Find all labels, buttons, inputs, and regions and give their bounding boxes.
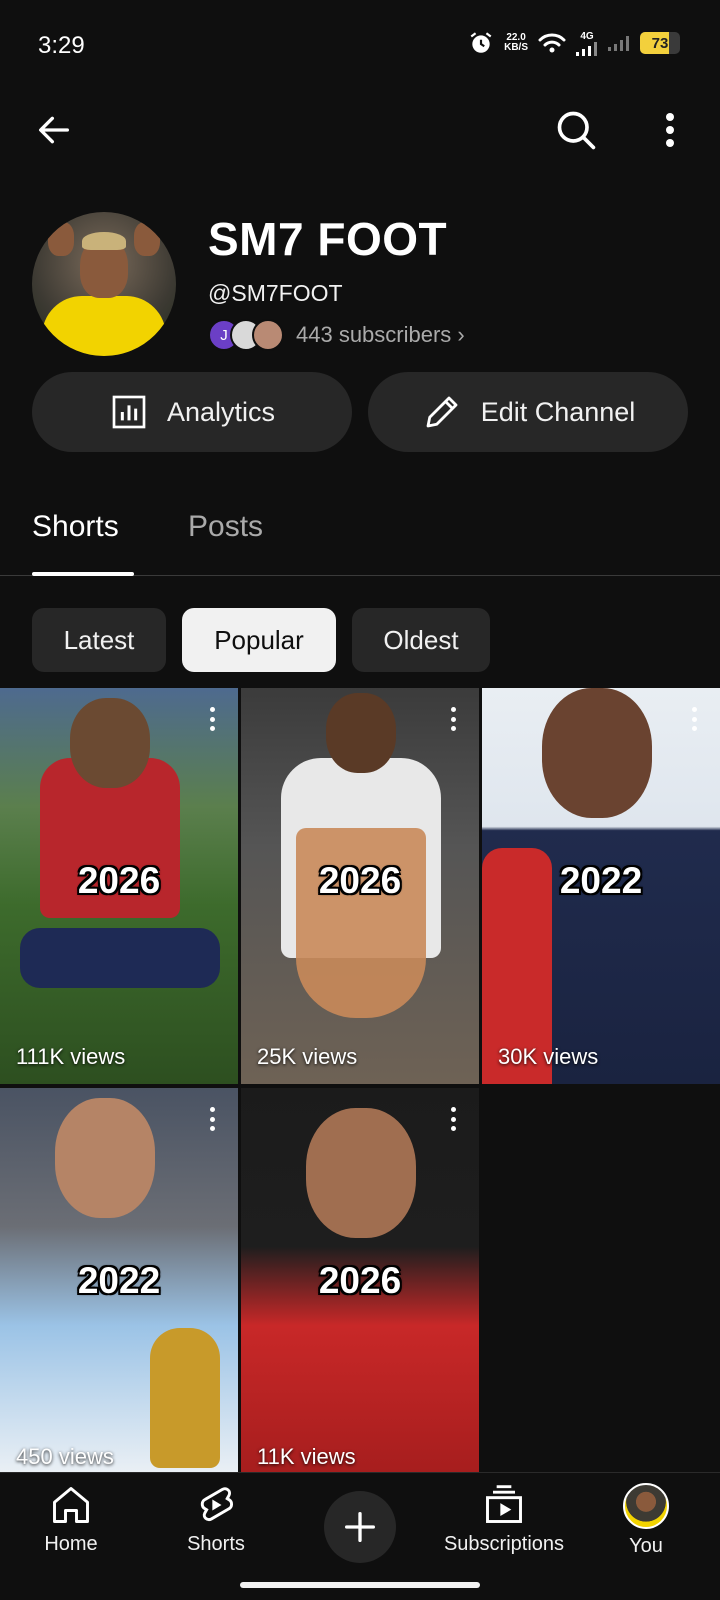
analytics-button[interactable]: Analytics [32,372,352,452]
status-bar: 3:29 22.0 KB/S 4G 73 [0,0,720,92]
analytics-label: Analytics [166,396,276,427]
top-bar [0,98,720,158]
short-thumbnail[interactable]: 2026 25K views [241,688,479,1084]
wifi-icon [538,33,566,53]
edit-channel-label: Edit Channel [480,396,636,427]
channel-handle: @SM7FOOT [208,280,343,306]
tab-shorts[interactable]: Shorts [32,510,119,544]
more-options-button[interactable] [650,104,690,156]
more-vertical-icon[interactable] [443,1104,463,1134]
channel-avatar[interactable] [32,212,176,356]
search-button[interactable] [550,104,602,156]
analytics-icon [112,395,146,429]
short-thumbnail[interactable]: 2022 450 views [0,1088,238,1484]
short-year-overlay: 2026 [77,860,161,901]
plus-icon [345,1512,375,1542]
nav-home-label: Home [44,1533,98,1555]
short-thumbnail[interactable]: 2026 111K views [0,688,238,1084]
pencil-icon [426,396,458,428]
avatar [623,1483,669,1529]
short-year-overlay: 2026 [318,860,402,901]
short-views: 450 views [16,1444,114,1469]
short-views: 25K views [257,1044,358,1069]
status-icons: 22.0 KB/S 4G 73 [468,30,680,56]
short-views: 30K views [498,1044,599,1069]
battery-icon: 73 [640,32,680,54]
short-views: 111K views [16,1044,126,1069]
tab-active-indicator [32,572,134,576]
short-thumbnail[interactable]: 2022 30K views [482,688,720,1084]
chip-popular[interactable]: Popular [182,608,336,672]
nav-shorts[interactable]: Shorts [178,1483,254,1556]
network-speed: 22.0 KB/S [504,32,528,53]
nav-subscriptions-label: Subscriptions [443,1533,565,1555]
short-year-overlay: 2022 [77,1260,161,1301]
chip-latest[interactable]: Latest [32,608,166,672]
more-vertical-icon[interactable] [443,704,463,734]
short-year-overlay: 2026 [318,1260,402,1301]
nav-you[interactable]: You [616,1483,676,1558]
more-vertical-icon[interactable] [684,704,704,734]
alarm-icon [470,32,492,53]
subscriptions-icon [486,1485,522,1523]
status-time: 3:29 [38,32,85,59]
edit-channel-button[interactable]: Edit Channel [368,372,688,452]
nav-you-label: You [629,1535,663,1557]
network-type: 4G [580,30,594,42]
nav-shorts-label: Shorts [187,1533,245,1555]
more-vertical-icon[interactable] [202,1104,222,1134]
more-vertical-icon [666,113,674,147]
search-icon [557,111,596,150]
chip-oldest[interactable]: Oldest [352,608,490,672]
signal-icon-secondary [608,36,629,51]
nav-subscriptions[interactable]: Subscriptions [436,1483,572,1556]
short-views: 11K views [257,1444,356,1469]
signal-icon [576,41,597,56]
channel-name: SM7 FOOT [208,213,448,265]
subscribers-link[interactable]: J 443 subscribers › [208,318,465,352]
home-indicator[interactable] [240,1582,480,1588]
channel-tabs: Shorts Posts [0,500,720,576]
create-button[interactable] [324,1491,396,1563]
subscriber-avatar [252,319,284,351]
back-button[interactable] [30,106,78,154]
home-icon [53,1487,89,1523]
more-vertical-icon[interactable] [202,704,222,734]
tab-posts[interactable]: Posts [188,510,263,544]
shorts-icon [200,1487,234,1522]
short-year-overlay: 2022 [559,860,643,901]
arrow-back-icon [39,116,70,144]
short-thumbnail[interactable]: 2026 11K views [241,1088,479,1484]
subscriber-count: 443 subscribers [296,322,452,347]
bottom-navigation: Home Shorts Subscriptions You [0,1472,720,1600]
chevron-right-icon: › [457,322,465,347]
nav-home[interactable]: Home [38,1483,104,1556]
